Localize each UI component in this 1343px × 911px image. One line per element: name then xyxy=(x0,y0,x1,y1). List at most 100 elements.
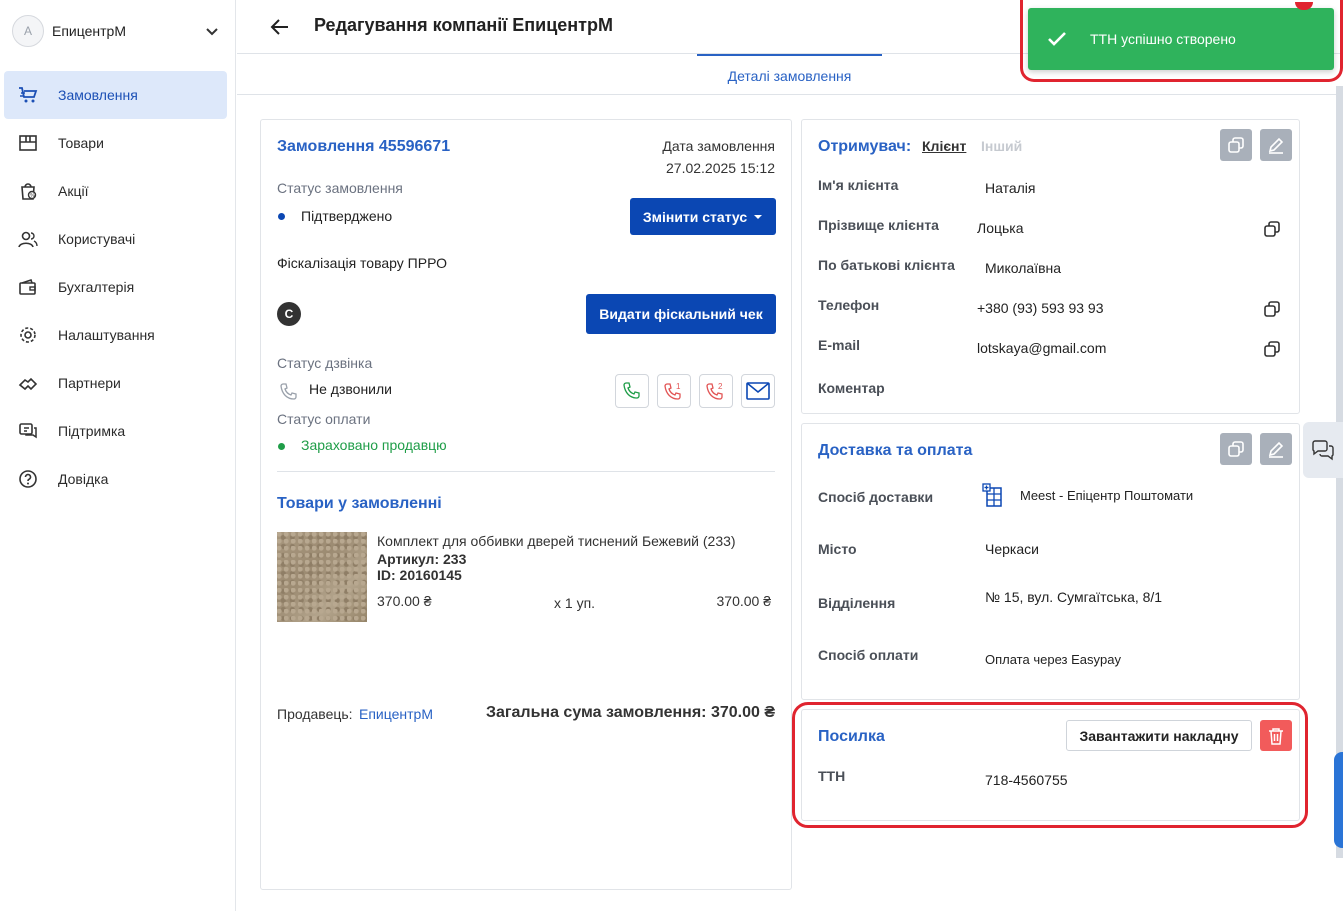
chevron-down-icon[interactable] xyxy=(202,21,222,41)
users-icon xyxy=(18,229,38,249)
sidebar-item-label: Замовлення xyxy=(58,87,138,103)
delete-parcel-button[interactable] xyxy=(1260,720,1292,751)
call-status-label: Статус дзвінка xyxy=(277,355,373,371)
product-image[interactable] xyxy=(277,532,367,622)
payment-method-value: Оплата через Easypay xyxy=(985,652,1121,667)
sidebar-item-accounting[interactable]: Бухгалтерія xyxy=(4,263,227,311)
sidebar-item-orders[interactable]: Замовлення xyxy=(4,71,227,119)
fiscal-check-button[interactable]: Видати фіскальний чек xyxy=(586,294,776,334)
client-name-label: Ім'я клієнта xyxy=(818,177,899,193)
box-icon xyxy=(18,133,38,153)
sidebar: А ЕпицентрМ Замовлення Товари % Акції Ко… xyxy=(0,0,236,911)
change-status-label: Змінити статус xyxy=(642,208,748,225)
phone-label: Телефон xyxy=(818,297,880,313)
city-value: Черкаси xyxy=(985,541,1039,557)
email-label: E-mail xyxy=(818,337,861,353)
client-surname-value: Лоцька xyxy=(977,220,1024,236)
sidebar-item-label: Користувачі xyxy=(58,231,136,247)
delivery-card: Доставка та оплата Спосіб доставки Meest… xyxy=(801,423,1300,700)
fiscal-label: Фіскалізація товару ПРРО xyxy=(277,255,448,271)
chat-tab[interactable] xyxy=(1303,422,1343,478)
sidebar-item-users[interactable]: Користувачі xyxy=(4,215,227,263)
product-price: 370.00 ₴ xyxy=(377,593,432,609)
city-label: Місто xyxy=(818,541,857,557)
phone-icon xyxy=(280,383,297,400)
parcel-title: Посилка xyxy=(818,728,885,745)
order-card: Замовлення 45596671 Дата замовлення 27.0… xyxy=(260,119,792,890)
svg-text:%: % xyxy=(30,193,35,199)
status-dot xyxy=(278,213,285,220)
sidebar-item-products[interactable]: Товари xyxy=(4,119,227,167)
product-qty: x 1 уп. xyxy=(554,595,596,611)
copy-icon[interactable] xyxy=(1263,340,1281,358)
blue-edge-tab[interactable] xyxy=(1334,752,1343,848)
support-icon xyxy=(18,421,38,441)
copy-icon[interactable] xyxy=(1263,220,1281,238)
edit-recipient-button[interactable] xyxy=(1260,129,1292,161)
sidebar-item-label: Підтримка xyxy=(58,423,126,439)
client-surname-label: Прізвище клієнта xyxy=(818,217,939,233)
parcel-locker-icon xyxy=(982,483,1002,507)
promo-icon: % xyxy=(18,181,38,201)
product-total: 370.00 ₴ xyxy=(716,593,772,609)
pencil-icon xyxy=(1268,137,1284,154)
change-status-button[interactable]: Змінити статус xyxy=(630,198,776,235)
sidebar-item-partners[interactable]: Партнери xyxy=(4,359,227,407)
gear-icon xyxy=(18,325,38,345)
copy-icon[interactable] xyxy=(1263,300,1281,318)
cart-icon xyxy=(18,85,38,105)
sidebar-item-promos[interactable]: % Акції xyxy=(4,167,227,215)
sidebar-item-label: Партнери xyxy=(58,375,121,391)
tab-order-details[interactable]: Деталі замовлення xyxy=(697,54,882,95)
copy-recipient-button[interactable] xyxy=(1220,129,1252,161)
edit-delivery-button[interactable] xyxy=(1260,433,1292,465)
order-date-label: Дата замовлення xyxy=(662,138,775,154)
order-date-value: 27.02.2025 15:12 xyxy=(666,160,775,176)
trash-icon xyxy=(1269,727,1283,745)
payment-status-value: Зараховано продавцю xyxy=(301,437,447,453)
toast-message: ТТН успішно створено xyxy=(1090,31,1236,47)
goods-title: Товари у замовленні xyxy=(277,495,442,512)
sidebar-item-settings[interactable]: Налаштування xyxy=(4,311,227,359)
call-attempt-1-button[interactable]: 1 xyxy=(657,374,691,408)
order-status-value: Підтверджено xyxy=(301,208,393,224)
success-toast: ТТН успішно створено xyxy=(1028,8,1334,70)
arrow-left-icon[interactable] xyxy=(269,16,291,38)
delivery-method-label: Спосіб доставки xyxy=(818,489,934,505)
ttn-value: 718-4560755 xyxy=(985,772,1068,788)
copy-icon xyxy=(1228,137,1244,153)
delivery-method-value: Meest - Епіцентр Поштомати xyxy=(1020,488,1194,503)
call-attempt-1-count: 1 xyxy=(676,382,681,391)
sidebar-item-help[interactable]: Довідка xyxy=(4,455,227,503)
order-status-label: Статус замовлення xyxy=(277,180,403,196)
phone-red-2-icon: 2 xyxy=(706,382,723,400)
call-attempt-2-button[interactable]: 2 xyxy=(699,374,733,408)
recipient-tab-other[interactable]: Інший xyxy=(981,138,1022,154)
recipient-tab-client[interactable]: Клієнт xyxy=(922,138,966,154)
help-icon xyxy=(18,469,38,489)
sidebar-item-label: Налаштування xyxy=(58,327,155,343)
branch-value: № 15, вул. Сумгаїтська, 8/1 xyxy=(985,589,1163,605)
avatar: А xyxy=(12,15,44,47)
seller-link[interactable]: ЕпицентрМ xyxy=(359,706,433,722)
sidebar-item-support[interactable]: Підтримка xyxy=(4,407,227,455)
email-button[interactable] xyxy=(741,374,775,408)
page-title: Редагування компанії ЕпицентрМ xyxy=(314,15,613,35)
comment-label: Коментар xyxy=(818,380,885,396)
download-invoice-button[interactable]: Завантажити накладну xyxy=(1066,720,1252,751)
email-value: lotskaya@gmail.com xyxy=(977,340,1107,356)
copy-icon xyxy=(1228,441,1244,457)
product-name[interactable]: Комплект для оббивки дверей тиснений Беж… xyxy=(377,533,736,549)
wallet-icon xyxy=(18,277,38,297)
chat-icon xyxy=(1312,440,1334,461)
call-attempt-2-count: 2 xyxy=(718,382,723,391)
company-name: ЕпицентрМ xyxy=(52,23,126,39)
sidebar-item-label: Товари xyxy=(58,135,104,151)
parcel-card: Посилка Завантажити накладну ТТН 718-456… xyxy=(801,709,1300,821)
copy-delivery-button[interactable] xyxy=(1220,433,1252,465)
recipient-title: Отримувач: xyxy=(818,138,912,155)
sidebar-nav: Замовлення Товари % Акції Користувачі Бу… xyxy=(4,71,227,503)
call-button[interactable] xyxy=(615,374,649,408)
company-switcher[interactable]: А ЕпицентрМ xyxy=(12,14,222,48)
delivery-title: Доставка та оплата xyxy=(818,442,973,459)
